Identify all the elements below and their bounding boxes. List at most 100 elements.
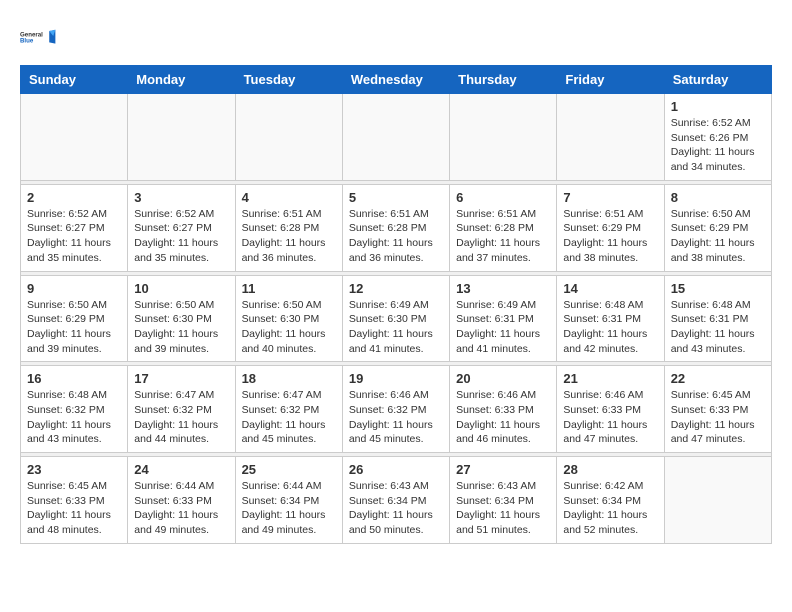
day-info: Sunrise: 6:44 AMSunset: 6:34 PMDaylight:… xyxy=(242,479,336,538)
calendar-day-cell xyxy=(557,94,664,181)
day-info: Sunrise: 6:51 AMSunset: 6:28 PMDaylight:… xyxy=(349,207,443,266)
day-info: Sunrise: 6:49 AMSunset: 6:30 PMDaylight:… xyxy=(349,298,443,357)
calendar-day-cell: 6 Sunrise: 6:51 AMSunset: 6:28 PMDaylight… xyxy=(450,184,557,271)
day-info: Sunrise: 6:51 AMSunset: 6:28 PMDaylight:… xyxy=(456,207,550,266)
day-of-week-header: Monday xyxy=(128,66,235,94)
day-info: Sunrise: 6:47 AMSunset: 6:32 PMDaylight:… xyxy=(242,388,336,447)
calendar-day-cell: 9 Sunrise: 6:50 AMSunset: 6:29 PMDaylight… xyxy=(21,275,128,362)
calendar-week-row: 2 Sunrise: 6:52 AMSunset: 6:27 PMDaylight… xyxy=(21,184,772,271)
logo-icon: GeneralBlue xyxy=(20,20,60,55)
calendar-day-cell: 23 Sunrise: 6:45 AMSunset: 6:33 PMDayligh… xyxy=(21,457,128,544)
day-of-week-header: Saturday xyxy=(664,66,771,94)
calendar-day-cell: 2 Sunrise: 6:52 AMSunset: 6:27 PMDaylight… xyxy=(21,184,128,271)
day-number: 1 xyxy=(671,99,765,114)
calendar-day-cell: 28Sunrise: 6:42 AMSunset: 6:34 PMDayligh… xyxy=(557,457,664,544)
day-number: 20 xyxy=(456,371,550,386)
day-number: 4 xyxy=(242,190,336,205)
day-of-week-header: Friday xyxy=(557,66,664,94)
calendar-day-cell xyxy=(450,94,557,181)
day-number: 22 xyxy=(671,371,765,386)
day-number: 7 xyxy=(563,190,657,205)
calendar-day-cell: 24 Sunrise: 6:44 AMSunset: 6:33 PMDayligh… xyxy=(128,457,235,544)
calendar-day-cell: 22 Sunrise: 6:45 AMSunset: 6:33 PMDayligh… xyxy=(664,366,771,453)
calendar-day-cell xyxy=(21,94,128,181)
day-info: Sunrise: 6:52 AMSunset: 6:27 PMDaylight:… xyxy=(27,207,121,266)
day-number: 14 xyxy=(563,281,657,296)
calendar-day-cell: 8 Sunrise: 6:50 AMSunset: 6:29 PMDaylight… xyxy=(664,184,771,271)
day-number: 5 xyxy=(349,190,443,205)
day-info: Sunrise: 6:48 AMSunset: 6:31 PMDaylight:… xyxy=(671,298,765,357)
calendar-day-cell xyxy=(235,94,342,181)
day-number: 11 xyxy=(242,281,336,296)
day-number: 23 xyxy=(27,462,121,477)
calendar-week-row: 9 Sunrise: 6:50 AMSunset: 6:29 PMDaylight… xyxy=(21,275,772,362)
day-of-week-header: Wednesday xyxy=(342,66,449,94)
day-number: 13 xyxy=(456,281,550,296)
day-number: 25 xyxy=(242,462,336,477)
calendar-day-cell xyxy=(128,94,235,181)
calendar-day-cell: 16 Sunrise: 6:48 AMSunset: 6:32 PMDayligh… xyxy=(21,366,128,453)
day-number: 2 xyxy=(27,190,121,205)
day-number: 27 xyxy=(456,462,550,477)
day-number: 8 xyxy=(671,190,765,205)
day-info: Sunrise: 6:49 AMSunset: 6:31 PMDaylight:… xyxy=(456,298,550,357)
calendar-day-cell: 4Sunrise: 6:51 AMSunset: 6:28 PMDaylight… xyxy=(235,184,342,271)
day-number: 10 xyxy=(134,281,228,296)
day-number: 19 xyxy=(349,371,443,386)
calendar-day-cell: 11 Sunrise: 6:50 AMSunset: 6:30 PMDayligh… xyxy=(235,275,342,362)
day-number: 21 xyxy=(563,371,657,386)
day-number: 3 xyxy=(134,190,228,205)
day-info: Sunrise: 6:52 AMSunset: 6:27 PMDaylight:… xyxy=(134,207,228,266)
calendar-day-cell: 21 Sunrise: 6:46 AMSunset: 6:33 PMDayligh… xyxy=(557,366,664,453)
calendar-day-cell: 20 Sunrise: 6:46 AMSunset: 6:33 PMDayligh… xyxy=(450,366,557,453)
day-info: Sunrise: 6:43 AMSunset: 6:34 PMDaylight:… xyxy=(456,479,550,538)
calendar-day-cell: 3 Sunrise: 6:52 AMSunset: 6:27 PMDaylight… xyxy=(128,184,235,271)
day-number: 9 xyxy=(27,281,121,296)
calendar-table: SundayMondayTuesdayWednesdayThursdayFrid… xyxy=(20,65,772,544)
day-number: 15 xyxy=(671,281,765,296)
day-info: Sunrise: 6:50 AMSunset: 6:30 PMDaylight:… xyxy=(242,298,336,357)
day-info: Sunrise: 6:44 AMSunset: 6:33 PMDaylight:… xyxy=(134,479,228,538)
day-info: Sunrise: 6:48 AMSunset: 6:32 PMDaylight:… xyxy=(27,388,121,447)
day-number: 17 xyxy=(134,371,228,386)
day-of-week-header: Sunday xyxy=(21,66,128,94)
calendar-week-row: 1 Sunrise: 6:52 AMSunset: 6:26 PMDaylight… xyxy=(21,94,772,181)
calendar-day-cell xyxy=(664,457,771,544)
day-number: 16 xyxy=(27,371,121,386)
page-header: GeneralBlue xyxy=(20,20,772,55)
calendar-day-cell: 15 Sunrise: 6:48 AMSunset: 6:31 PMDayligh… xyxy=(664,275,771,362)
calendar-day-cell: 13 Sunrise: 6:49 AMSunset: 6:31 PMDayligh… xyxy=(450,275,557,362)
calendar-day-cell: 1 Sunrise: 6:52 AMSunset: 6:26 PMDaylight… xyxy=(664,94,771,181)
day-info: Sunrise: 6:51 AMSunset: 6:29 PMDaylight:… xyxy=(563,207,657,266)
day-info: Sunrise: 6:43 AMSunset: 6:34 PMDaylight:… xyxy=(349,479,443,538)
calendar-day-cell: 7 Sunrise: 6:51 AMSunset: 6:29 PMDaylight… xyxy=(557,184,664,271)
calendar-day-cell: 14 Sunrise: 6:48 AMSunset: 6:31 PMDayligh… xyxy=(557,275,664,362)
day-number: 26 xyxy=(349,462,443,477)
day-info: Sunrise: 6:48 AMSunset: 6:31 PMDaylight:… xyxy=(563,298,657,357)
day-info: Sunrise: 6:45 AMSunset: 6:33 PMDaylight:… xyxy=(671,388,765,447)
day-info: Sunrise: 6:50 AMSunset: 6:29 PMDaylight:… xyxy=(671,207,765,266)
day-number: 18 xyxy=(242,371,336,386)
day-info: Sunrise: 6:50 AMSunset: 6:29 PMDaylight:… xyxy=(27,298,121,357)
svg-text:Blue: Blue xyxy=(20,38,34,45)
calendar-day-cell: 26 Sunrise: 6:43 AMSunset: 6:34 PMDayligh… xyxy=(342,457,449,544)
calendar-day-cell: 10 Sunrise: 6:50 AMSunset: 6:30 PMDayligh… xyxy=(128,275,235,362)
day-info: Sunrise: 6:46 AMSunset: 6:33 PMDaylight:… xyxy=(563,388,657,447)
calendar-header-row: SundayMondayTuesdayWednesdayThursdayFrid… xyxy=(21,66,772,94)
logo: GeneralBlue xyxy=(20,20,64,55)
day-number: 12 xyxy=(349,281,443,296)
calendar-day-cell: 5 Sunrise: 6:51 AMSunset: 6:28 PMDaylight… xyxy=(342,184,449,271)
calendar-week-row: 16 Sunrise: 6:48 AMSunset: 6:32 PMDayligh… xyxy=(21,366,772,453)
day-info: Sunrise: 6:45 AMSunset: 6:33 PMDaylight:… xyxy=(27,479,121,538)
calendar-week-row: 23 Sunrise: 6:45 AMSunset: 6:33 PMDayligh… xyxy=(21,457,772,544)
day-number: 6 xyxy=(456,190,550,205)
calendar-day-cell: 27 Sunrise: 6:43 AMSunset: 6:34 PMDayligh… xyxy=(450,457,557,544)
day-info: Sunrise: 6:46 AMSunset: 6:33 PMDaylight:… xyxy=(456,388,550,447)
day-info: Sunrise: 6:50 AMSunset: 6:30 PMDaylight:… xyxy=(134,298,228,357)
day-number: 24 xyxy=(134,462,228,477)
calendar-day-cell xyxy=(342,94,449,181)
calendar-day-cell: 25 Sunrise: 6:44 AMSunset: 6:34 PMDayligh… xyxy=(235,457,342,544)
day-info: Sunrise: 6:42 AMSunset: 6:34 PMDaylight:… xyxy=(563,479,657,538)
calendar-day-cell: 18 Sunrise: 6:47 AMSunset: 6:32 PMDayligh… xyxy=(235,366,342,453)
day-info: Sunrise: 6:52 AMSunset: 6:26 PMDaylight:… xyxy=(671,116,765,175)
